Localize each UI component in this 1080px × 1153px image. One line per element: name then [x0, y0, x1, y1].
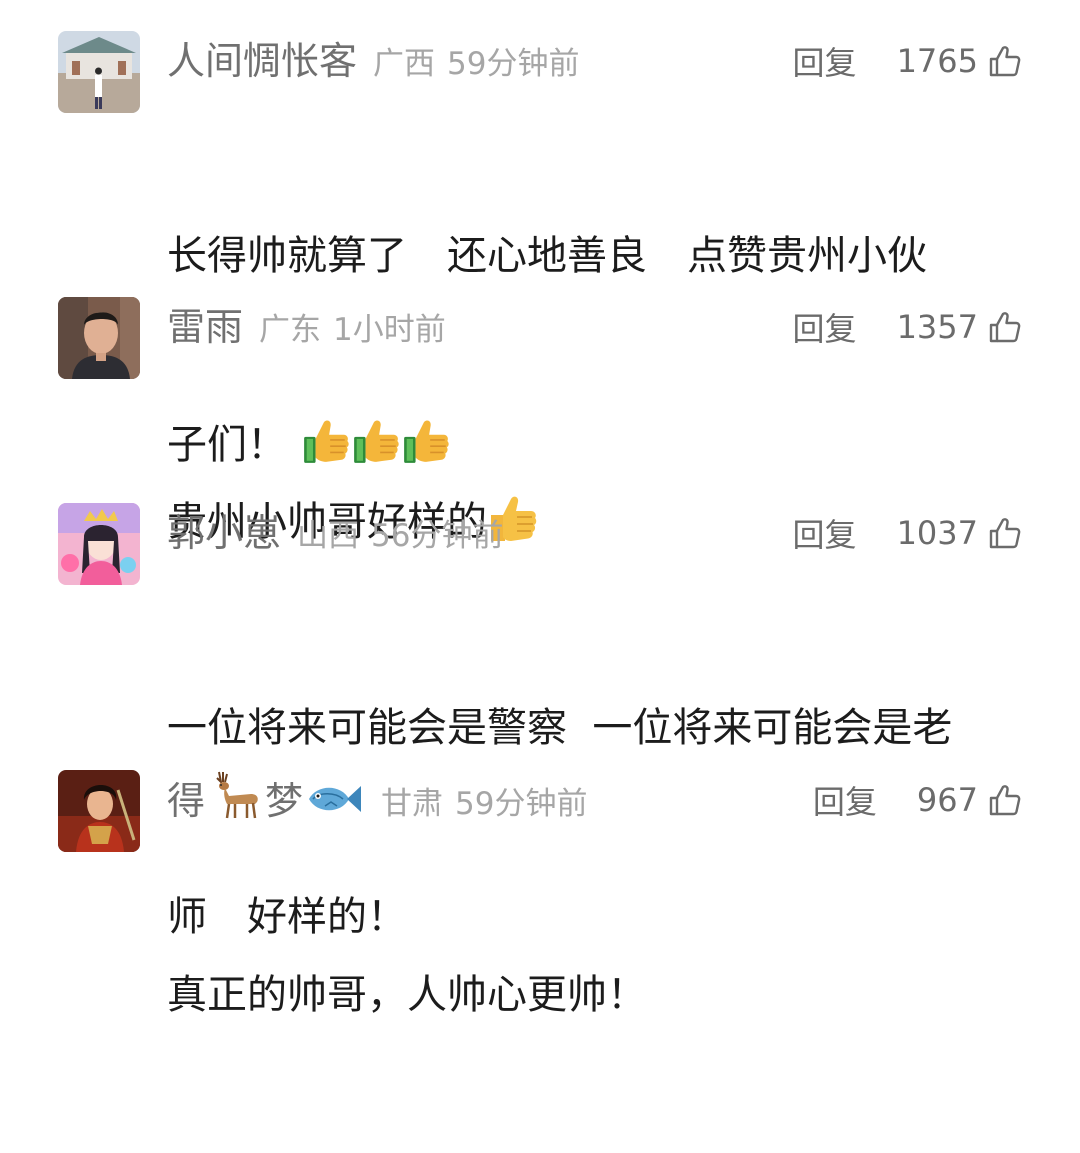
region: 广西 [373, 46, 436, 82]
like-thumb-icon[interactable] [988, 310, 1022, 344]
like-count: 967 [916, 781, 978, 819]
comment-meta: 甘肃 59分钟前 [381, 774, 587, 834]
reply-button[interactable]: 回复 [813, 777, 877, 823]
like-thumb-icon[interactable] [988, 783, 1022, 817]
comment-meta: 广东 1小时前 [259, 300, 446, 360]
timestamp: 59分钟前 [447, 46, 580, 82]
comment-header: 郭小崽 山西 56分钟前 [167, 503, 503, 563]
like-count: 1037 [896, 514, 978, 552]
reply-button[interactable]: 回复 [793, 510, 857, 556]
like-count: 1357 [896, 308, 978, 346]
comment-header: 得梦 甘肃 59分钟前 [167, 770, 587, 830]
username-part: 得 [167, 779, 206, 823]
timestamp: 56分钟前 [371, 518, 504, 554]
like-thumb-icon[interactable] [988, 44, 1022, 78]
comment-text-line: 长得帅就算了 还心地善良 点赞贵州小伙 [167, 233, 927, 279]
region: 广东 [259, 312, 322, 348]
username[interactable]: 雷雨 [167, 297, 243, 357]
like-thumb-icon[interactable] [988, 516, 1022, 550]
avatar[interactable] [58, 770, 140, 852]
comment-header: 雷雨 广东 1小时前 [167, 297, 446, 357]
avatar[interactable] [58, 297, 140, 379]
comment-item: 雷雨 广东 1小时前 回复 1357 贵州小帅哥好样的 [0, 297, 1080, 545]
comment-item: 郭小崽 山西 56分钟前 回复 1037 一位将来可能会是警察 一位将来可能会是老… [0, 503, 1080, 940]
comment-actions: 回复 1765 [793, 31, 1022, 91]
username[interactable]: 郭小崽 [167, 503, 281, 563]
comment-text-line: 真正的帅哥，人帅心更帅！ [167, 972, 647, 1018]
timestamp: 59分钟前 [455, 786, 588, 822]
deer-icon [216, 771, 258, 819]
timestamp: 1小时前 [333, 312, 446, 348]
username-part: 梦 [265, 779, 304, 823]
avatar[interactable] [58, 31, 140, 113]
comment-meta: 山西 56分钟前 [297, 506, 503, 566]
comment-text: 真正的帅哥，人帅心更帅！ [167, 838, 1027, 1153]
reply-button[interactable]: 回复 [793, 304, 857, 350]
fish-icon [309, 786, 362, 812]
comment-text-line: 一位将来可能会是警察 一位将来可能会是老 [167, 705, 953, 751]
comment-item: 人间惆怅客 广西 59分钟前 回复 1765 长得帅就算了 还心地善良 点赞贵州小… [0, 31, 1080, 468]
region: 山西 [297, 518, 360, 554]
comment-meta: 广西 59分钟前 [373, 34, 579, 94]
comment-actions: 回复 967 [813, 770, 1022, 830]
region: 甘肃 [381, 786, 444, 822]
like-count: 1765 [896, 42, 978, 80]
comment-actions: 回复 1357 [793, 297, 1022, 357]
username[interactable]: 人间惆怅客 [167, 31, 357, 91]
comment-header: 人间惆怅客 广西 59分钟前 [167, 31, 579, 91]
reply-button[interactable]: 回复 [793, 38, 857, 84]
avatar[interactable] [58, 503, 140, 585]
username[interactable]: 得梦 [167, 770, 365, 831]
comment-actions: 回复 1037 [793, 503, 1022, 563]
comment-item: 得梦 甘肃 59分钟前 回复 967 真正的帅哥，人帅心更帅！ [0, 770, 1080, 1018]
